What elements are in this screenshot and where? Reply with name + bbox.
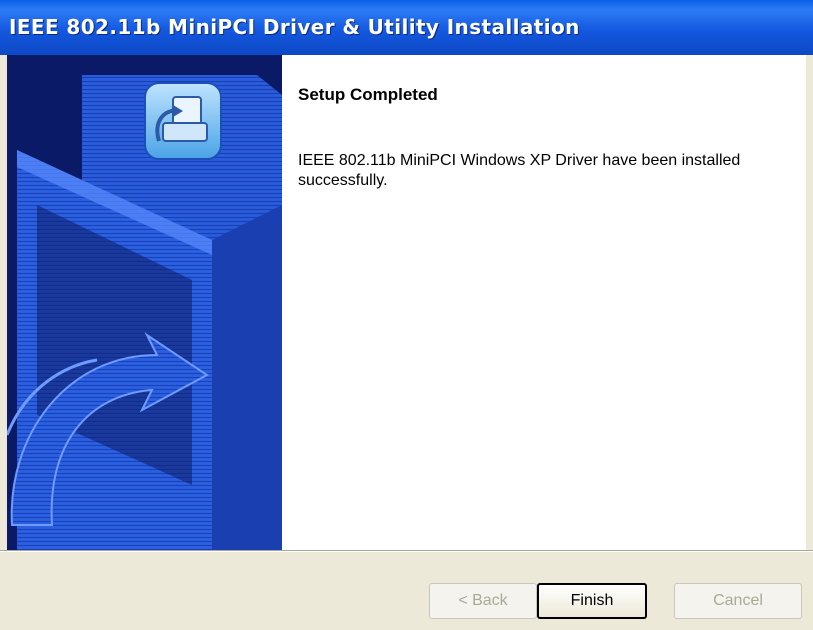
status-message: IEEE 802.11b MiniPCI Windows XP Driver h… <box>298 152 741 189</box>
installer-graphic-icon <box>7 55 282 550</box>
divider-highlight <box>0 551 813 552</box>
back-button[interactable]: < Back <box>429 583 537 619</box>
finish-button[interactable]: Finish <box>537 583 647 619</box>
window-title: IEEE 802.11b MiniPCI Driver & Utility In… <box>9 15 580 39</box>
title-bar[interactable]: IEEE 802.11b MiniPCI Driver & Utility In… <box>0 0 813 55</box>
window-frame-right <box>806 55 813 630</box>
window-frame-left <box>0 55 7 630</box>
content-panel: Setup Completed IEEE 802.11b MiniPCI Win… <box>282 55 806 550</box>
installer-window: IEEE 802.11b MiniPCI Driver & Utility In… <box>0 0 813 630</box>
device-install-icon <box>144 82 222 160</box>
page-title: Setup Completed <box>298 85 438 104</box>
cancel-button[interactable]: Cancel <box>674 583 802 619</box>
